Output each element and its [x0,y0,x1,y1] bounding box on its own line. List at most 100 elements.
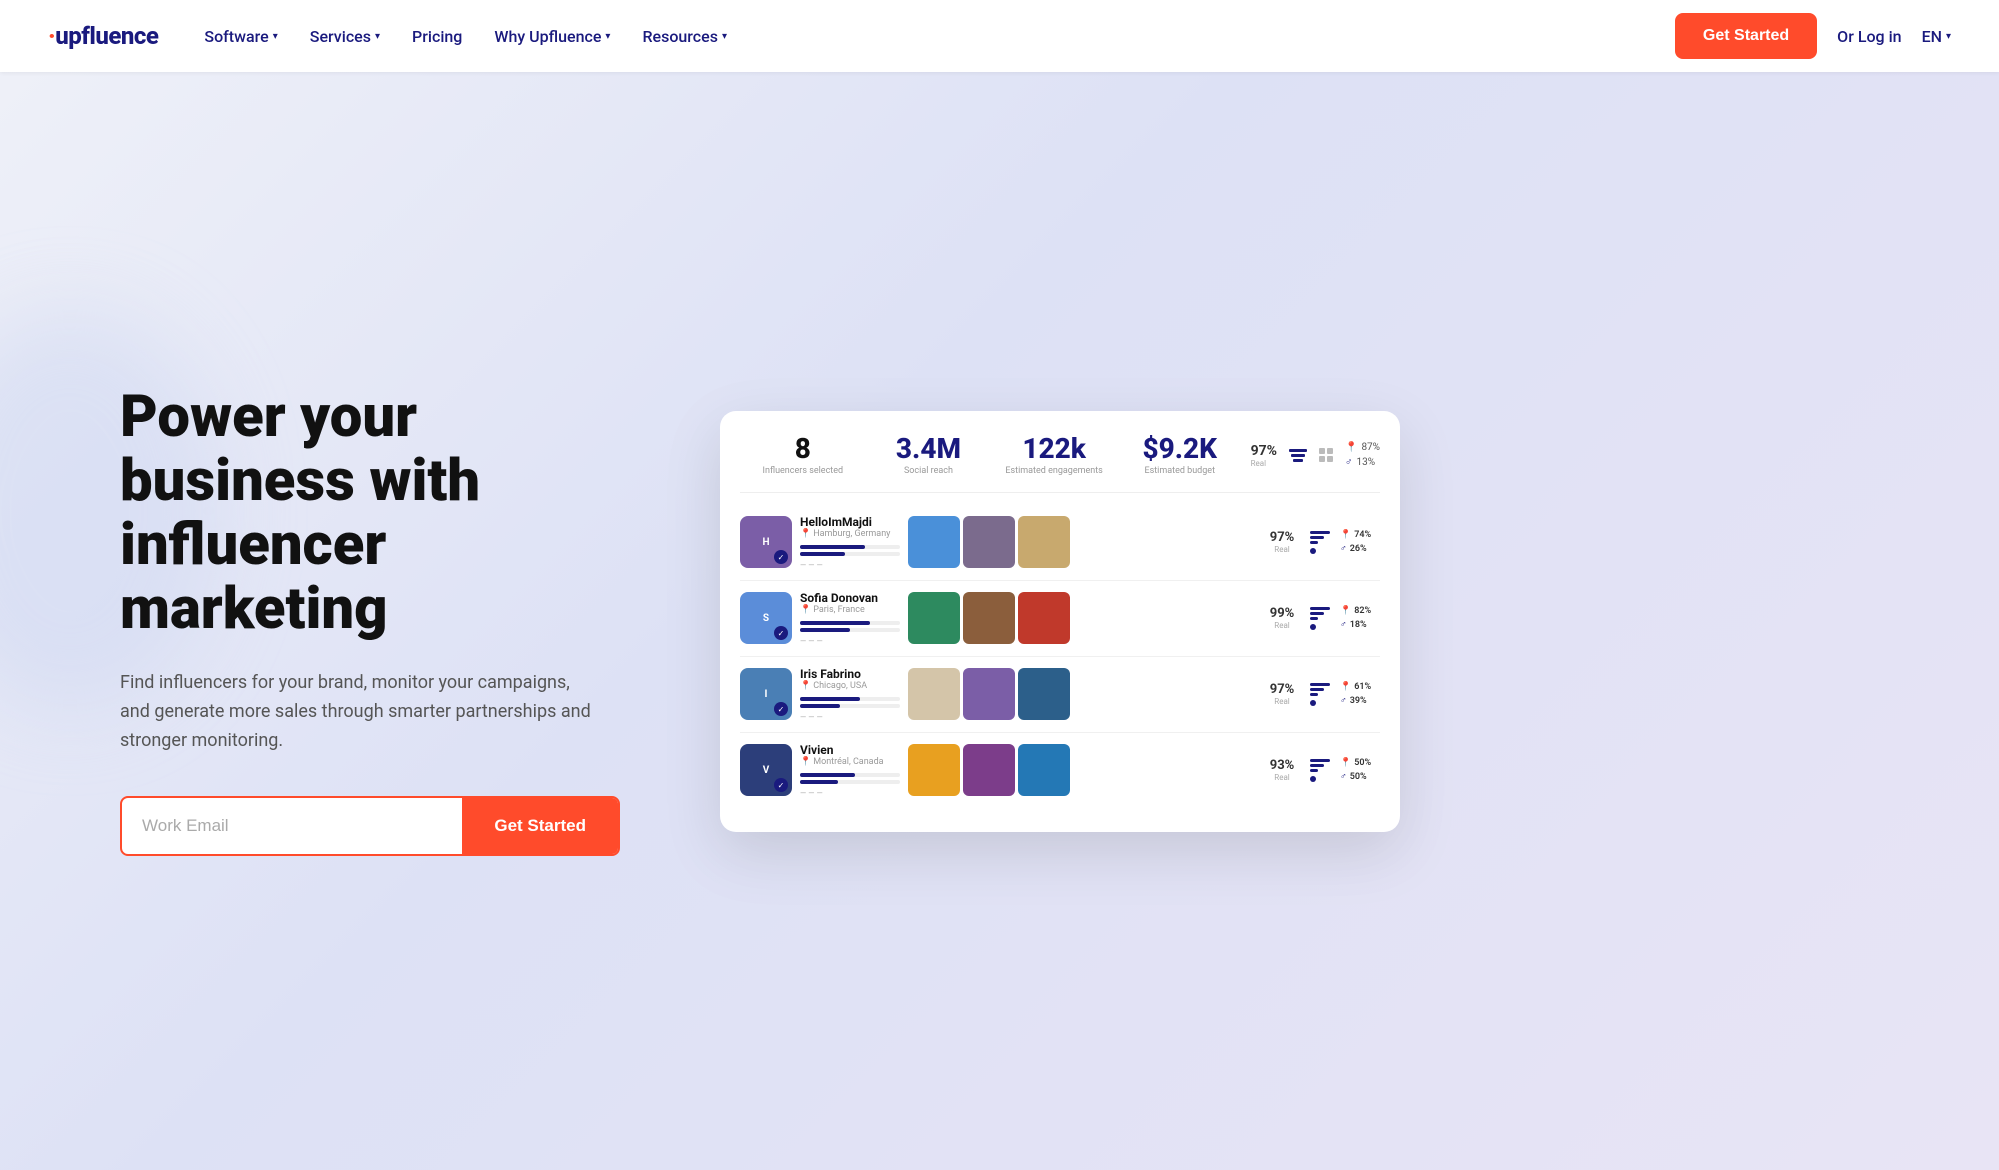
inf-photo [963,668,1015,720]
inf-metrics: 97% Real 📍 74% ♂ 26% [1264,530,1380,554]
inf-metrics: 99% Real 📍 82% ♂ 18% [1264,606,1380,630]
inf-gender-pct: ♂ 26% [1340,543,1380,554]
inf-location: 📍 Paris, France [800,605,900,615]
inf-info: Vivien 📍 Montréal, Canada — — — [800,743,900,798]
nav-software[interactable]: Software ▾ [190,19,291,54]
inf-bars-icon [1310,759,1330,782]
verified-checkmark: ✓ [774,778,788,792]
logo-text: ·upfluence [48,22,158,50]
inf-stat-bar [800,704,900,708]
grid-icon [1319,448,1333,462]
inf-photo [908,744,960,796]
nav-resources[interactable]: Resources ▾ [628,19,741,54]
inf-name: HelloImMajdi [800,515,900,529]
influencer-list: H ✓ HelloImMajdi 📍 Hamburg, Germany — — … [740,505,1380,808]
hero-title: Power your business with influencer mark… [120,386,660,641]
verified-checkmark: ✓ [774,550,788,564]
location-icon: 📍 [1340,682,1351,692]
inf-location-pct: 📍 82% [1340,606,1380,616]
location-icon: 📍 [1340,606,1351,616]
chevron-down-icon: ▾ [375,31,380,42]
gender-icon: ♂ [1340,543,1347,554]
nav-why[interactable]: Why Upfluence ▾ [480,19,624,54]
inf-name: Iris Fabrino [800,667,900,681]
influencer-row: V ✓ Vivien 📍 Montréal, Canada — — — [740,733,1380,808]
stat-budget: $9.2K Estimated budget [1117,435,1243,476]
login-link[interactable]: Or Log in [1837,27,1901,46]
chevron-down-icon: ▾ [722,31,727,42]
gender-icon: ♂ [1340,619,1347,630]
inf-loc-gen: 📍 82% ♂ 18% [1340,606,1380,630]
inf-bars-icon [1310,607,1330,630]
inf-photo [963,516,1015,568]
logo[interactable]: ·upfluence [48,22,158,50]
location-icon: 📍 [800,529,811,539]
inf-mini-stat: — — — [800,789,900,798]
inf-location-pct: 📍 50% [1340,758,1380,768]
inf-stat-bar [800,697,900,701]
inf-info: Sofia Donovan 📍 Paris, France — — — [800,591,900,646]
inf-real-score: 97% Real [1264,682,1300,706]
inf-bars-icon [1310,683,1330,706]
chevron-down-icon: ▾ [1946,31,1951,42]
email-input[interactable] [122,798,462,854]
stat-budget-label: Estimated budget [1117,466,1243,476]
influencer-row: I ✓ Iris Fabrino 📍 Chicago, USA — — — [740,657,1380,733]
verified-checkmark: ✓ [774,626,788,640]
inf-stat-bar [800,773,900,777]
hero-right: 8 Influencers selected 3.4M Social reach… [720,411,1919,832]
stat-real-score: 97% Real [1251,443,1277,468]
chevron-down-icon: ▾ [605,31,610,42]
inf-avatar: V ✓ [740,744,792,796]
stat-engagements: 122k Estimated engagements [991,435,1117,476]
influencer-row: H ✓ HelloImMajdi 📍 Hamburg, Germany — — … [740,505,1380,581]
stat-budget-value: $9.2K [1117,435,1243,463]
nav-pricing[interactable]: Pricing [398,19,476,54]
nav-services[interactable]: Services ▾ [296,19,394,54]
inf-bars-icon [1310,531,1330,554]
get-started-nav-button[interactable]: Get Started [1675,13,1817,59]
inf-name: Sofia Donovan [800,591,900,605]
location-icon: 📍 [1340,758,1351,768]
inf-location-pct: 📍 74% [1340,530,1380,540]
inf-photo [1018,592,1070,644]
inf-stat-bar [800,780,900,784]
inf-gender-pct: ♂ 18% [1340,619,1380,630]
inf-mini-stat: — — — [800,561,900,570]
inf-info: Iris Fabrino 📍 Chicago, USA — — — [800,667,900,722]
inf-stat-bar [800,545,900,549]
inf-metrics: 93% Real 📍 50% ♂ 50% [1264,758,1380,782]
inf-location-pct: 📍 61% [1340,682,1380,692]
inf-stat-bar [800,628,900,632]
gender-icon: ♂ [1345,457,1353,468]
stat-engagements-value: 122k [991,435,1117,463]
get-started-hero-button[interactable]: Get Started [462,798,618,854]
chevron-down-icon: ▾ [273,31,278,42]
navbar: ·upfluence Software ▾ Services ▾ Pricing… [0,0,1999,72]
inf-real-score: 99% Real [1264,606,1300,630]
inf-info: HelloImMajdi 📍 Hamburg, Germany — — — [800,515,900,570]
hero-cta-form: Get Started [120,796,620,856]
stat-reach: 3.4M Social reach [866,435,992,476]
inf-mini-stat: — — — [800,713,900,722]
inf-photos [908,592,1250,644]
stat-influencers-label: Influencers selected [740,466,866,476]
language-selector[interactable]: EN ▾ [1922,27,1951,46]
location-icon: 📍 [1340,530,1351,540]
inf-avatar: H ✓ [740,516,792,568]
location-stat: 📍 87% [1345,442,1380,453]
inf-photos [908,668,1250,720]
stats-right-group: 97% Real 📍 87% [1251,442,1380,468]
inf-loc-gen: 📍 74% ♂ 26% [1340,530,1380,554]
inf-photo [1018,516,1070,568]
hero-subtitle: Find influencers for your brand, monitor… [120,669,600,755]
inf-photos [908,516,1250,568]
hero-section: Power your business with influencer mark… [0,72,1999,1170]
inf-stat-bar [800,552,900,556]
inf-photos [908,744,1250,796]
inf-photo [963,744,1015,796]
dashboard-panel: 8 Influencers selected 3.4M Social reach… [720,411,1400,832]
location-icon: 📍 [1345,442,1357,453]
inf-stat-bar [800,621,900,625]
inf-location: 📍 Chicago, USA [800,681,900,691]
